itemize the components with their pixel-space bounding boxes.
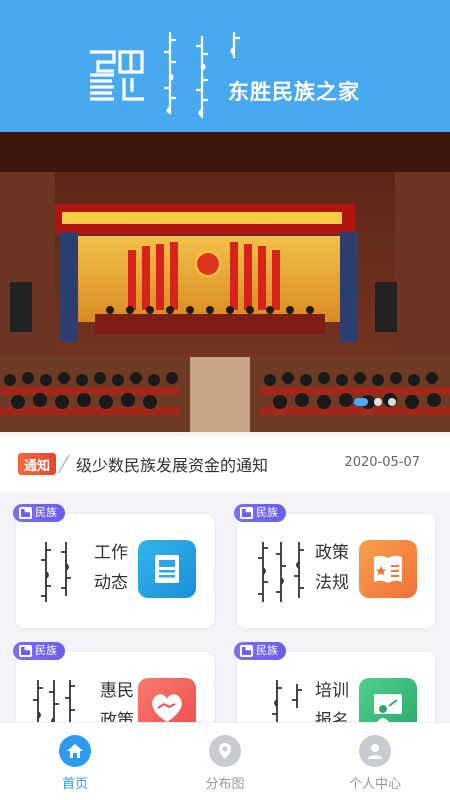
notice-divider: / <box>56 452 71 477</box>
card-title-line2: 动态 <box>94 573 128 593</box>
mongolian-script-icon <box>294 542 304 598</box>
card-badge-label: 民族 <box>256 644 278 657</box>
card-policy-regulations[interactable]: 民族 政策 法规 <box>234 504 435 628</box>
mongolian-script-line-2 <box>196 36 208 118</box>
mongolian-script-line-1 <box>164 32 176 114</box>
tab-label: 首页 <box>61 777 88 792</box>
app-header: 东胜民族之家 <box>0 0 450 132</box>
mongolian-script-icon <box>276 542 286 602</box>
card-badge-label: 民族 <box>35 644 57 657</box>
tab-home[interactable]: 首页 <box>0 723 150 800</box>
banner-carousel[interactable] <box>0 132 450 432</box>
carousel-dot-2[interactable] <box>374 398 382 406</box>
app-title: 东胜民族之家 <box>228 80 360 104</box>
mongolian-script-icon <box>258 542 268 602</box>
badge-logo-icon <box>19 645 32 657</box>
carousel-indicators[interactable] <box>354 395 414 409</box>
notice-date: 2020-05-07 <box>344 455 420 470</box>
mongolian-script-line-3 <box>230 32 240 58</box>
bottom-tab-bar: 首页 分布图 个人中心 <box>0 722 450 800</box>
card-badge: 民族 <box>13 504 65 522</box>
card-title-line1: 工作 <box>94 543 128 563</box>
card-badge: 民族 <box>234 642 286 660</box>
newspaper-icon <box>138 540 196 598</box>
badge-logo-icon <box>240 507 253 519</box>
mongolian-script-icon <box>61 542 71 596</box>
map-icon <box>209 735 241 767</box>
card-title-line2: 法规 <box>315 573 349 593</box>
user-icon <box>359 735 391 767</box>
card-work-news[interactable]: 民族 工作 动态 <box>13 504 214 628</box>
card-badge-label: 民族 <box>35 506 57 519</box>
tab-label: 分布图 <box>205 777 245 792</box>
notice-text[interactable]: 级少数民族发展资金的通知 <box>76 452 268 476</box>
card-title-line1: 政策 <box>315 543 349 563</box>
notice-bar[interactable]: 通知 / 级少数民族发展资金的通知 2020-05-07 <box>0 436 450 492</box>
tab-label: 个人中心 <box>348 777 401 792</box>
card-badge: 民族 <box>234 504 286 522</box>
tab-profile[interactable]: 个人中心 <box>300 723 450 800</box>
app-logo-icon <box>90 50 144 101</box>
badge-logo-icon <box>240 645 253 657</box>
card-badge: 民族 <box>13 642 65 660</box>
notice-tag: 通知 <box>18 453 56 475</box>
mongolian-script-icon <box>41 542 51 602</box>
carousel-dot-3[interactable] <box>388 398 396 406</box>
card-title-line1: 惠民 <box>100 681 134 701</box>
card-badge-label: 民族 <box>256 506 278 519</box>
badge-logo-icon <box>19 507 32 519</box>
tab-distribution-map[interactable]: 分布图 <box>150 723 300 800</box>
home-icon <box>59 735 91 767</box>
carousel-dot-1[interactable] <box>354 398 368 406</box>
banner-image <box>0 132 450 432</box>
book-star-icon <box>359 540 417 598</box>
card-title-line1: 培训 <box>315 681 349 701</box>
